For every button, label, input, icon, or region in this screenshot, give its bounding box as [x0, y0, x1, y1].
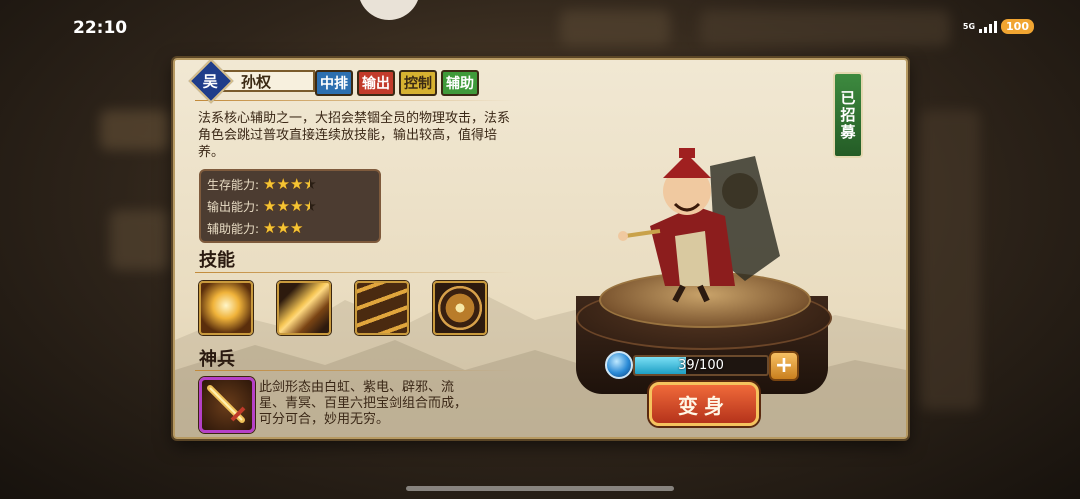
star-rating: ★★★★ [263, 196, 317, 215]
battery-badge: 100 [1001, 19, 1034, 34]
tag-control: 控制 [399, 70, 437, 96]
star-rating: ★★★ [263, 218, 304, 237]
skills-title: 技能 [199, 250, 235, 271]
status-indicators: 5G 100 [963, 19, 1034, 34]
background-blur [920, 110, 980, 410]
add-shards-button[interactable]: + [769, 351, 799, 381]
shard-progress-bar: 39/100 [633, 355, 769, 376]
top-app-badge [358, 0, 420, 20]
background-blur [100, 110, 170, 150]
hero-detail-panel: 吴 孙权 中排 输出 控制 辅助 法系核心辅助之一，大招会禁锢全员的物理攻击，法… [173, 58, 908, 439]
hero-description: 法系核心辅助之一，大招会禁锢全员的物理攻击，法系角色会跳过普攻直接连续放技能，输… [198, 111, 511, 160]
faction-label: 吴 [203, 72, 219, 91]
sword-icon [207, 385, 246, 423]
home-indicator[interactable] [406, 486, 674, 491]
status-time: 22:10 [73, 18, 128, 38]
progress-text: 39/100 [678, 358, 724, 373]
faction-badge: 吴 [188, 60, 234, 104]
background-blur [560, 10, 670, 46]
stat-damage: 输出能力: ★★★★ [207, 197, 317, 215]
background-blur [110, 210, 170, 270]
stat-label: 辅助能力: [207, 221, 260, 236]
tag-damage: 输出 [357, 70, 395, 96]
recruited-badge: 已招募 [833, 72, 863, 158]
star-rating: ★★★★ [263, 174, 317, 193]
hero-name: 孙权 [221, 70, 315, 92]
hero-name-row: 吴 孙权 [188, 60, 315, 104]
divine-weapon-title: 神兵 [199, 349, 235, 370]
stat-label: 输出能力: [207, 199, 260, 214]
network-label: 5G [962, 21, 976, 31]
background-blur [700, 10, 950, 46]
stat-survival: 生存能力: ★★★★ [207, 175, 317, 193]
signal-icon [979, 20, 998, 33]
tag-position: 中排 [315, 70, 353, 96]
header-divider [195, 100, 515, 101]
soul-gem-icon [605, 351, 633, 379]
sword-weapon-icon[interactable] [199, 377, 255, 433]
stat-support: 辅助能力: ★★★ [207, 219, 303, 237]
tag-support: 辅助 [441, 70, 479, 96]
transform-button[interactable]: 变身 [649, 382, 759, 426]
skills-divider [195, 272, 515, 273]
shield-sword-skill-icon[interactable] [433, 281, 487, 335]
stats-box: 生存能力: ★★★★ 输出能力: ★★★★ 辅助能力: ★★★ [199, 169, 381, 243]
weapon-description: 此剑形态由白虹、紫电、辟邪、流星、青冥、百里六把宝剑组合而成，可分可合，妙用无穷… [259, 380, 468, 427]
stat-label: 生存能力: [207, 177, 260, 192]
hero-tags: 中排 输出 控制 辅助 [315, 70, 479, 96]
chain-skill-icon[interactable] [355, 281, 409, 335]
hero-figure[interactable] [605, 136, 805, 306]
light-burst-skill-icon[interactable] [199, 281, 253, 335]
weapon-divider [195, 370, 515, 371]
sword-slash-skill-icon[interactable] [277, 281, 331, 335]
